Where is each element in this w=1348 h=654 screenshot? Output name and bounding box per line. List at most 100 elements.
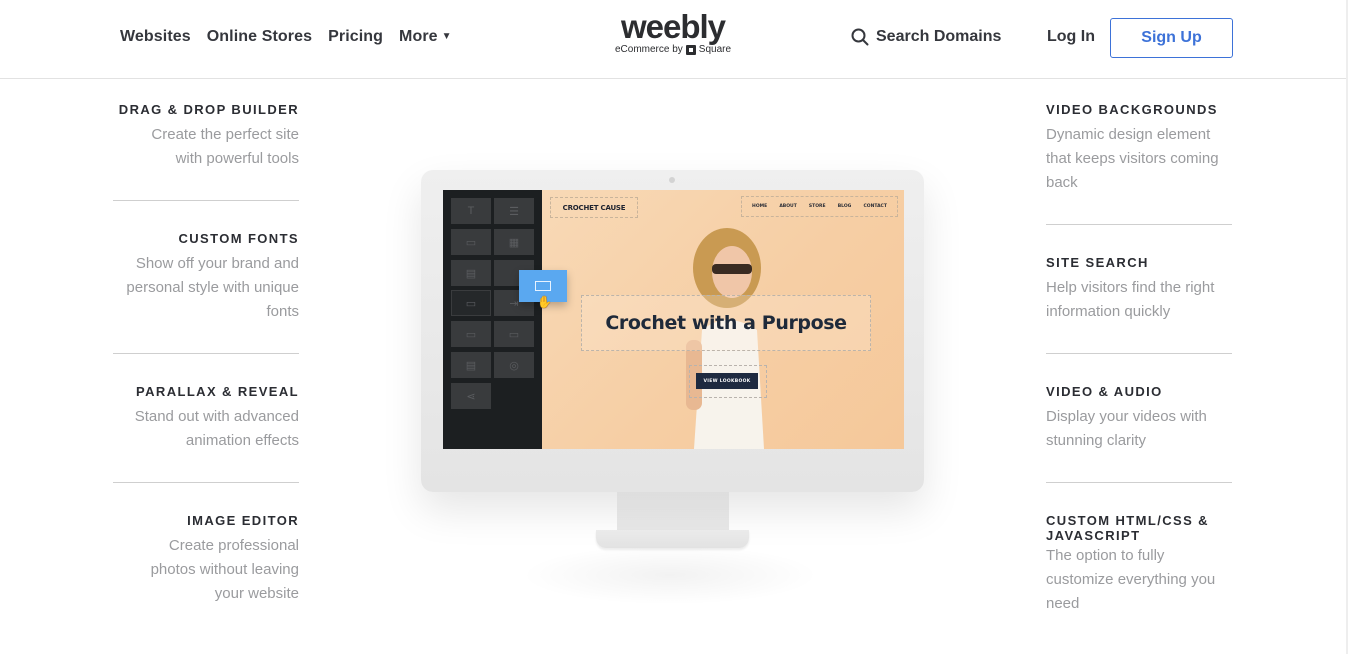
feature-image-editor: IMAGE EDITOR Create professional photos … [113,513,299,606]
feature-desc-line: Create professional [168,537,299,554]
logo-tagline-brand: Square [698,44,732,55]
logo-tagline: eCommerce by Square [600,44,746,56]
image-icon: ▭ [451,229,491,255]
slideshow-element-icon [535,281,551,291]
feature-description: Show off your brand and personal style w… [113,252,299,324]
map-icon: ◎ [494,352,534,378]
site-header: Websites Online Stores Pricing More ▼ wee… [0,0,1348,79]
site-nav-about: ABOUT [779,204,797,209]
feature-site-search: SITE SEARCH Help visitors find the right… [1046,255,1232,324]
monitor-illustration: T ☰ ▭ ▦ ▤ ▭ ⇥ ▭ ▭ ▤ ◎ ⋖ CROCHET CAUSE HO… [421,170,924,492]
document-icon: ▤ [451,352,491,378]
monitor-screen: T ☰ ▭ ▦ ▤ ▭ ⇥ ▭ ▭ ▤ ◎ ⋖ CROCHET CAUSE HO… [443,190,904,449]
nav-online-stores[interactable]: Online Stores [207,28,312,46]
nav-websites[interactable]: Websites [120,28,191,46]
square-logo-icon [685,45,696,55]
nav-more-label: More [399,28,438,45]
feature-desc-line: that keeps visitors coming [1046,150,1219,167]
feature-desc-line: Dynamic design element [1046,126,1211,143]
feature-divider [113,353,299,354]
site-nav-store: STORE [808,204,826,209]
feature-description: Create professional photos without leavi… [113,534,299,606]
text-icon: T [451,198,491,224]
feature-video-backgrounds: VIDEO BACKGROUNDS Dynamic design element… [1046,102,1232,195]
feature-divider [113,482,299,483]
gallery-icon: ▦ [494,229,534,255]
feature-description: Display your videos with stunning clarit… [1046,405,1232,453]
feature-desc-line: need [1046,595,1080,612]
feature-custom-fonts: CUSTOM FONTS Show off your brand and per… [113,231,299,324]
signup-button[interactable]: Sign Up [1110,18,1233,58]
feature-desc-line: stunning clarity [1046,432,1147,449]
feature-title: CUSTOM FONTS [178,231,299,246]
feature-title: CUSTOM HTML/CSS & JAVASCRIPT [1046,513,1232,543]
feature-description: Stand out with advanced animation effect… [113,405,299,453]
feature-desc-line: The option to fully [1046,547,1165,564]
login-link[interactable]: Log In [1047,28,1095,46]
monitor-shadow [520,545,820,605]
feature-title: VIDEO & AUDIO [1046,384,1163,399]
feature-desc-line: Display your videos with [1046,408,1207,425]
logo-wordmark: weebly [620,8,726,45]
feature-desc-line: Help visitors find the right [1046,279,1215,296]
search-icon [851,28,869,46]
video-icon: ▭ [451,321,491,347]
feature-title: SITE SEARCH [1046,255,1149,270]
feature-desc-line: information quickly [1046,303,1171,320]
image-text-icon: ▤ [451,260,491,286]
main-nav: Websites Online Stores Pricing More ▼ [120,28,468,46]
feature-desc-line: with powerful tools [175,150,299,167]
monitor-base [596,530,749,548]
nav-pricing[interactable]: Pricing [328,28,383,46]
feature-description: The option to fully customize everything… [1046,544,1232,616]
feature-drag-drop-builder: DRAG & DROP BUILDER Create the perfect s… [113,102,299,171]
feature-title: VIDEO BACKGROUNDS [1046,102,1218,117]
feature-desc-line: Create the perfect site [151,126,299,143]
feature-desc-line: customize everything you [1046,571,1216,588]
feature-title: PARALLAX & REVEAL [136,384,299,399]
site-nav: HOME ABOUT STORE BLOG CONTACT [741,196,898,217]
feature-desc-line: fonts [266,303,299,320]
builder-sidebar: T ☰ ▭ ▦ ▤ ▭ ⇥ ▭ ▭ ▤ ◎ ⋖ [443,190,542,449]
feature-divider [113,200,299,201]
search-domains-label: Search Domains [876,28,1002,45]
hero-title-box: Crochet with a Purpose [581,295,871,351]
hand-cursor-icon: ✋ [537,295,552,309]
feature-desc-line: photos without leaving [150,561,299,578]
site-nav-contact: CONTACT [863,204,887,209]
video-embed-icon: ▭ [494,321,534,347]
feature-title: IMAGE EDITOR [187,513,299,528]
feature-desc-line: animation effects [185,432,299,449]
feature-divider [1046,353,1232,354]
feature-title-line: CUSTOM HTML/CSS & [1046,513,1209,528]
feature-video-audio: VIDEO & AUDIO Display your videos with s… [1046,384,1232,453]
feature-title-line: JAVASCRIPT [1046,528,1141,543]
feature-custom-html-css: CUSTOM HTML/CSS & JAVASCRIPT The option … [1046,513,1232,616]
divider-icon: ☰ [494,198,534,224]
feature-title: DRAG & DROP BUILDER [118,102,299,117]
feature-desc-line: personal style with unique [126,279,299,296]
weebly-logo[interactable]: weebly eCommerce by Square [600,10,746,56]
monitor-camera [669,177,675,183]
search-domains-link[interactable]: Search Domains [851,28,1001,46]
feature-desc-line: Stand out with advanced [134,408,299,425]
feature-divider [1046,482,1232,483]
caret-down-icon: ▼ [441,31,452,42]
site-logo: CROCHET CAUSE [550,197,638,218]
view-lookbook-button: VIEW LOOKBOOK [696,373,758,389]
monitor-neck [617,492,729,532]
logo-tagline-prefix: eCommerce by [614,44,683,55]
feature-description: Create the perfect site with powerful to… [113,123,299,171]
share-icon: ⋖ [451,383,491,409]
site-nav-blog: BLOG [837,204,852,209]
feature-desc-line: back [1046,174,1078,191]
feature-desc-line: your website [214,585,299,602]
nav-more[interactable]: More ▼ [399,28,452,46]
feature-description: Help visitors find the right information… [1046,276,1232,324]
feature-parallax-reveal: PARALLAX & REVEAL Stand out with advance… [113,384,299,453]
site-preview: CROCHET CAUSE HOME ABOUT STORE BLOG CONT… [542,190,904,449]
slideshow-icon: ▭ [451,290,491,316]
feature-description: Dynamic design element that keeps visito… [1046,123,1232,195]
site-nav-home: HOME [752,204,768,209]
hero-title: Crochet with a Purpose [605,312,847,334]
